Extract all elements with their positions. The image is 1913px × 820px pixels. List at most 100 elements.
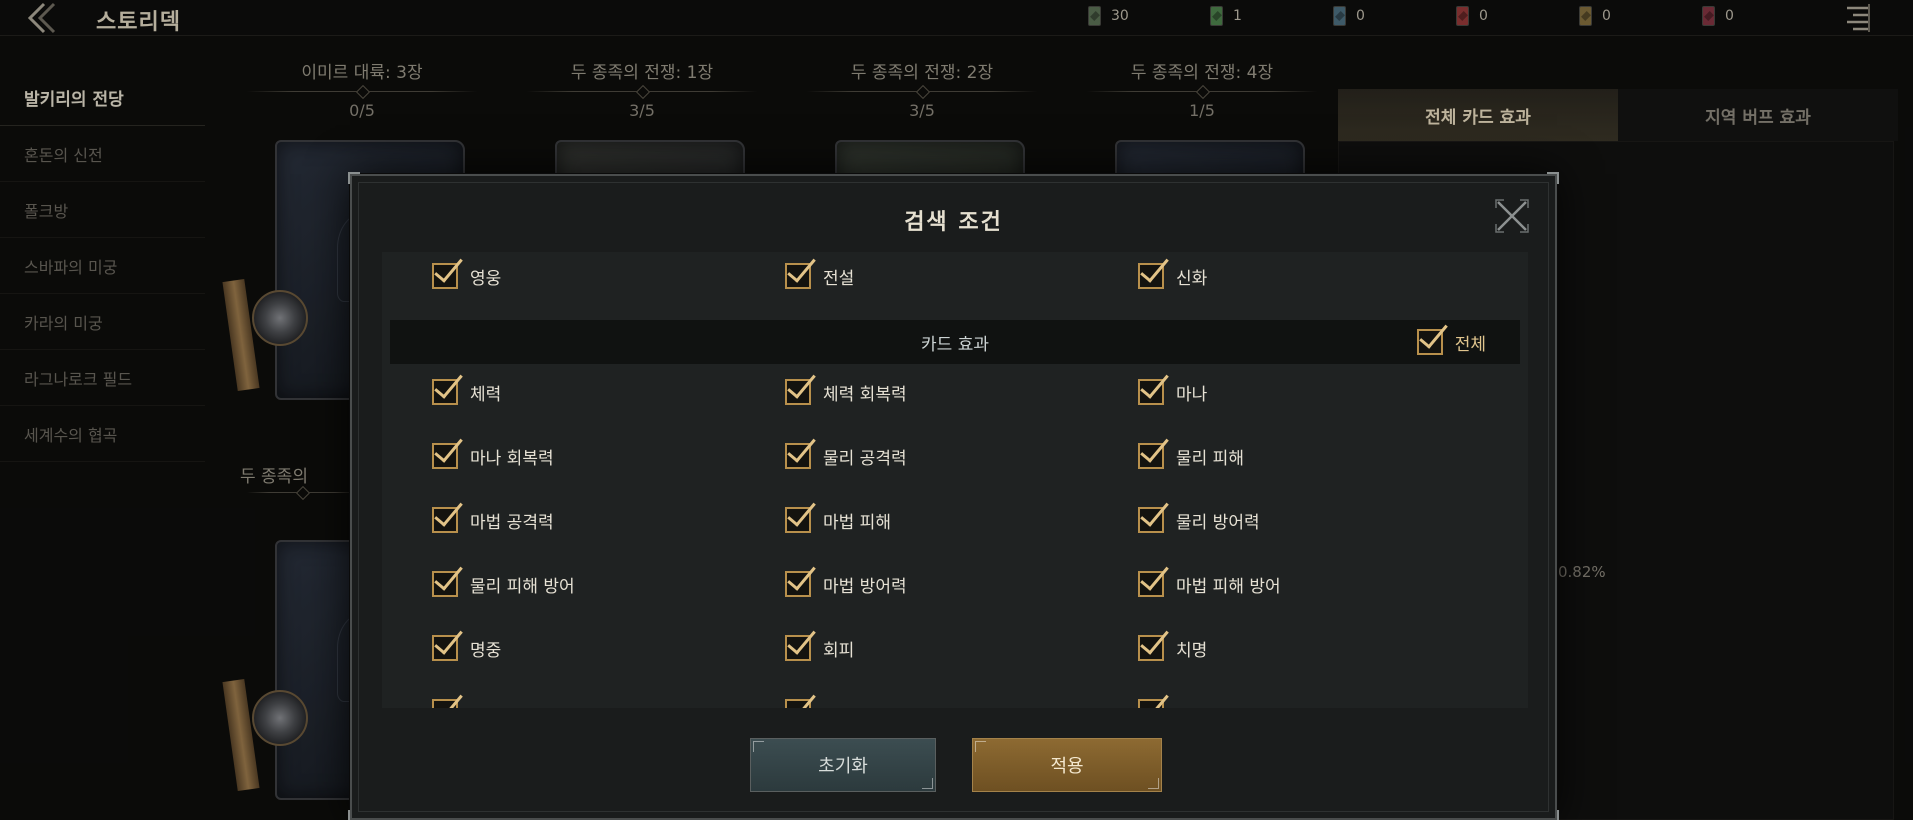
checkbox-checked-icon xyxy=(1138,699,1164,708)
page-title: 스토리덱 xyxy=(96,10,181,35)
frame-corner xyxy=(348,810,360,820)
checkbox-label: 물리 공격력 xyxy=(823,448,907,469)
currency-value: 0 xyxy=(1479,8,1488,24)
effect-row: 물리 피해 방어 마법 방어력 마법 피해 방어 xyxy=(382,560,1528,608)
checkbox-label: 명중 xyxy=(470,640,502,661)
back-icon[interactable] xyxy=(22,2,58,34)
checkbox-label: 마법 방어력 xyxy=(823,576,907,597)
checkbox-checked-icon xyxy=(1138,263,1164,289)
checkbox-checked-icon xyxy=(432,699,458,708)
checkbox-checked-icon xyxy=(1138,571,1164,597)
checkbox-label: 영웅 xyxy=(470,268,502,289)
checkbox-partial[interactable] xyxy=(1138,688,1164,708)
checkbox-label: 마나 회복력 xyxy=(470,448,554,469)
checkbox-mp[interactable]: 마나 xyxy=(1138,368,1207,416)
search-filter-dialog: 검색 조건 영웅 전설 신화 카드 효과 전체 체력 체력 회복력 마나 마나 … xyxy=(348,172,1559,820)
checkbox-label: 물리 피해 방어 xyxy=(470,576,575,597)
reset-button[interactable]: 초기화 xyxy=(750,738,936,792)
apply-button[interactable]: 적용 xyxy=(972,738,1162,792)
checkbox-label: 신화 xyxy=(1176,268,1208,289)
top-bar: 스토리덱 30 1 0 0 0 0 xyxy=(0,0,1913,36)
frame-corner xyxy=(348,172,360,184)
currency-item: 0 xyxy=(1333,6,1365,26)
checkbox-select-all[interactable]: 전체 xyxy=(1416,320,1486,364)
frame-corner xyxy=(1547,172,1559,184)
checkbox-checked-icon xyxy=(432,379,458,405)
checkbox-checked-icon xyxy=(785,699,811,708)
checkbox-checked-icon xyxy=(1138,635,1164,661)
currency-item: 0 xyxy=(1702,6,1734,26)
checkbox-checked-icon xyxy=(432,635,458,661)
currency-value: 30 xyxy=(1111,8,1129,24)
checkbox-label: 전설 xyxy=(823,268,855,289)
checkbox-checked-icon xyxy=(1416,329,1443,355)
menu-icon[interactable] xyxy=(1843,2,1873,34)
checkbox-physical-defense[interactable]: 물리 방어력 xyxy=(1138,496,1260,544)
checkbox-legend[interactable]: 전설 xyxy=(785,252,854,300)
section-label: 카드 효과 xyxy=(921,334,989,355)
currency-value: 1 xyxy=(1233,8,1242,24)
checkbox-label: 전체 xyxy=(1454,334,1486,355)
effect-row: 체력 체력 회복력 마나 xyxy=(382,368,1528,416)
checkbox-label: 마법 피해 xyxy=(823,512,891,533)
checkbox-mp-regen[interactable]: 마나 회복력 xyxy=(432,432,554,480)
dialog-title: 검색 조건 xyxy=(904,210,1003,235)
checkbox-label: 물리 피해 xyxy=(1176,448,1244,469)
checkbox-hp[interactable]: 체력 xyxy=(432,368,501,416)
effect-row xyxy=(382,688,1528,708)
checkbox-magic-attack[interactable]: 마법 공격력 xyxy=(432,496,554,544)
checkbox-label: 체력 xyxy=(470,384,502,405)
effect-row: 마법 공격력 마법 피해 물리 방어력 xyxy=(382,496,1528,544)
close-icon[interactable] xyxy=(1494,198,1530,234)
checkbox-checked-icon xyxy=(785,571,811,597)
checkbox-hero[interactable]: 영웅 xyxy=(432,252,501,300)
checkbox-partial[interactable] xyxy=(785,688,811,708)
checkbox-partial[interactable] xyxy=(432,688,458,708)
checkbox-checked-icon xyxy=(432,263,458,289)
currency-item: 30 xyxy=(1088,6,1129,26)
card-green-icon xyxy=(1210,6,1223,26)
checkbox-label: 회피 xyxy=(823,640,855,661)
currency-value: 0 xyxy=(1602,8,1611,24)
checkbox-evasion[interactable]: 회피 xyxy=(785,624,854,672)
filter-list[interactable]: 영웅 전설 신화 카드 효과 전체 체력 체력 회복력 마나 마나 회복력 물리… xyxy=(382,252,1528,708)
checkbox-checked-icon xyxy=(1138,379,1164,405)
card-effect-section-header: 카드 효과 전체 xyxy=(390,320,1520,364)
checkbox-checked-icon xyxy=(432,571,458,597)
grade-row: 영웅 전설 신화 xyxy=(382,252,1528,300)
checkbox-checked-icon xyxy=(785,507,811,533)
card-crimson-icon xyxy=(1702,6,1715,26)
checkbox-magic-damage-defense[interactable]: 마법 피해 방어 xyxy=(1138,560,1281,608)
checkbox-physical-damage[interactable]: 물리 피해 xyxy=(1138,432,1244,480)
checkbox-critical[interactable]: 치명 xyxy=(1138,624,1207,672)
checkbox-label: 물리 방어력 xyxy=(1176,512,1260,533)
checkbox-checked-icon xyxy=(785,443,811,469)
effect-row: 마나 회복력 물리 공격력 물리 피해 xyxy=(382,432,1528,480)
checkbox-label: 마나 xyxy=(1176,384,1208,405)
checkbox-myth[interactable]: 신화 xyxy=(1138,252,1207,300)
checkbox-label: 체력 회복력 xyxy=(823,384,907,405)
checkbox-checked-icon xyxy=(1138,443,1164,469)
currency-item: 0 xyxy=(1456,6,1488,26)
effect-row: 명중 회피 치명 xyxy=(382,624,1528,672)
checkbox-accuracy[interactable]: 명중 xyxy=(432,624,501,672)
checkbox-checked-icon xyxy=(785,263,811,289)
checkbox-hp-regen[interactable]: 체력 회복력 xyxy=(785,368,907,416)
checkbox-checked-icon xyxy=(1138,507,1164,533)
card-red-icon xyxy=(1456,6,1469,26)
card-gold-icon xyxy=(1579,6,1592,26)
checkbox-magic-defense[interactable]: 마법 방어력 xyxy=(785,560,907,608)
checkbox-magic-damage[interactable]: 마법 피해 xyxy=(785,496,891,544)
currency-item: 0 xyxy=(1579,6,1611,26)
checkbox-label: 마법 공격력 xyxy=(470,512,554,533)
currency-value: 0 xyxy=(1725,8,1734,24)
checkbox-physical-damage-defense[interactable]: 물리 피해 방어 xyxy=(432,560,575,608)
checkbox-checked-icon xyxy=(432,507,458,533)
checkbox-checked-icon xyxy=(432,443,458,469)
checkbox-label: 마법 피해 방어 xyxy=(1176,576,1281,597)
currency-item: 1 xyxy=(1210,6,1242,26)
checkbox-physical-attack[interactable]: 물리 공격력 xyxy=(785,432,907,480)
checkbox-checked-icon xyxy=(785,635,811,661)
checkbox-label: 치명 xyxy=(1176,640,1208,661)
card-blue-icon xyxy=(1333,6,1346,26)
